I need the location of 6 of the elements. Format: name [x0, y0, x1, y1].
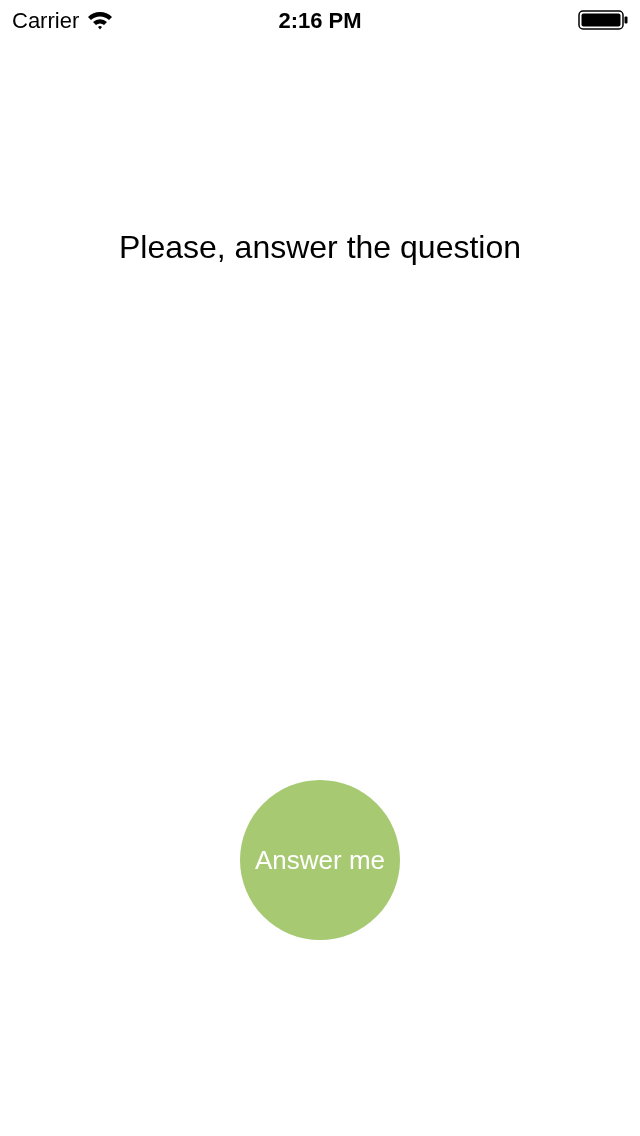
answer-button[interactable]: Answer me — [240, 780, 400, 940]
question-text: Please, answer the question — [119, 228, 521, 267]
battery-icon — [578, 10, 628, 30]
carrier-name: Carrier — [12, 6, 80, 35]
status-time: 2:16 PM — [278, 6, 362, 35]
wifi-icon — [87, 10, 114, 30]
